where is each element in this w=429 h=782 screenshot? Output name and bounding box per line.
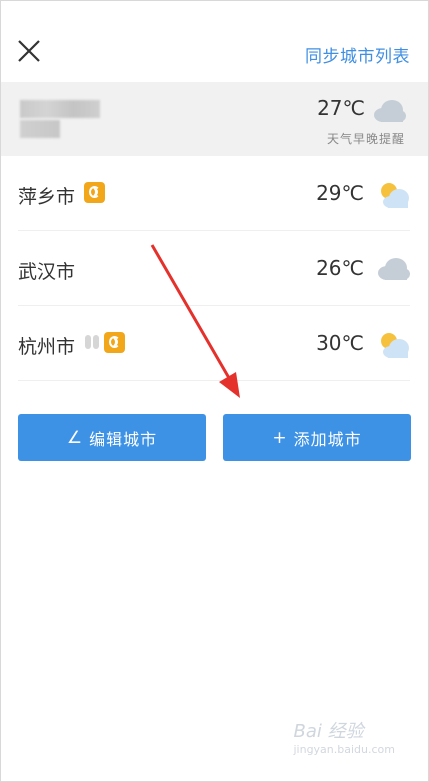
blurred-location-detail [20,120,60,138]
current-location-row[interactable]: 27℃ 天气早晚提醒 [0,82,429,156]
watermark: Bai 经验 jingyan.baidu.com [293,717,395,756]
city-name: 武汉市 [18,261,76,283]
city-row-pingxiang[interactable]: 萍乡市 29℃ [18,156,410,231]
edit-cities-label: 编辑城市 [89,429,158,449]
city-row-hangzhou[interactable]: 杭州市 30℃ [18,306,410,381]
edit-cities-button[interactable]: ∠ 编辑城市 [18,414,206,461]
moon-badge-icon [84,182,105,203]
header: 同步城市列表 [0,22,429,82]
close-button[interactable] [14,36,44,66]
rain-drops-icon [84,332,101,353]
cloud-icon [378,258,410,280]
add-city-button[interactable]: + 添加城市 [223,414,411,461]
city-name: 杭州市 [18,336,76,358]
partly-cloudy-icon [381,183,409,208]
add-city-label: 添加城市 [293,429,362,449]
moon-badge-icon [104,332,125,353]
city-name: 萍乡市 [18,186,76,208]
city-temperature: 30℃ [316,331,364,355]
city-temperature: 29℃ [316,181,364,205]
city-list: 萍乡市 29℃ 武汉市 26℃ 杭州市 30℃ [18,156,410,381]
weather-reminder-link[interactable]: 天气早晚提醒 [327,130,405,147]
edit-icon: ∠ [66,427,84,448]
close-icon [18,40,40,62]
sync-city-list-link[interactable]: 同步城市列表 [305,42,410,67]
current-temperature: 27℃ [317,96,365,120]
blurred-location-name [20,100,100,118]
watermark-url: jingyan.baidu.com [293,743,395,756]
city-temperature: 26℃ [316,256,364,280]
cloud-icon [374,100,406,122]
watermark-text: Bai 经验 [293,721,364,742]
city-badges [84,332,125,354]
city-badges [84,182,105,204]
partly-cloudy-icon [381,333,409,358]
status-bar [0,0,429,10]
city-row-wuhan[interactable]: 武汉市 26℃ [18,231,410,306]
plus-icon: + [272,427,288,448]
